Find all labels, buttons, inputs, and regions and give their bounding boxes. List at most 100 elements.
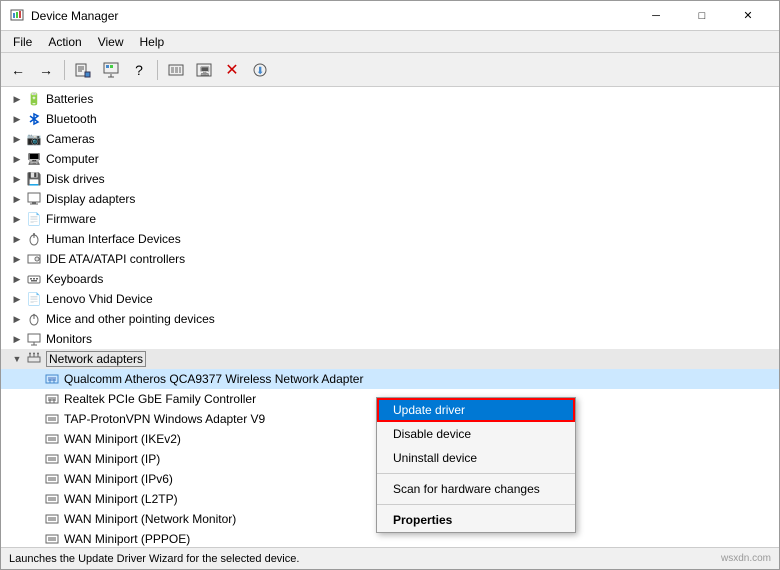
icon-bluetooth xyxy=(25,110,43,128)
expand-wan-netmon xyxy=(27,511,43,527)
tree-item-networkadapters[interactable]: ▼ Network adapters xyxy=(1,349,779,369)
toolbar-forward[interactable]: → xyxy=(33,57,59,83)
window-icon xyxy=(9,8,25,24)
expand-computer[interactable]: ▶ xyxy=(9,151,25,167)
ctx-update-driver[interactable]: Update driver xyxy=(377,398,575,422)
tree-item-diskdrives[interactable]: ▶ 💾 Disk drives xyxy=(1,169,779,189)
expand-wan-l2tp xyxy=(27,491,43,507)
label-firmware: Firmware xyxy=(46,212,96,226)
label-cameras: Cameras xyxy=(46,132,95,146)
context-menu: Update driver Disable device Uninstall d… xyxy=(376,397,576,533)
toolbar-help[interactable]: ? xyxy=(126,57,152,83)
expand-wan-ip xyxy=(27,451,43,467)
toolbar-disable[interactable]: ✕ xyxy=(219,57,245,83)
label-mice: Mice and other pointing devices xyxy=(46,312,215,326)
label-hid: Human Interface Devices xyxy=(46,232,181,246)
menu-action[interactable]: Action xyxy=(40,33,89,51)
label-monitors: Monitors xyxy=(46,332,92,346)
expand-batteries[interactable]: ▶ xyxy=(9,91,25,107)
tree-item-qualcomm[interactable]: Qualcomm Atheros QCA9377 Wireless Networ… xyxy=(1,369,779,389)
label-tap: TAP-ProtonVPN Windows Adapter V9 xyxy=(64,412,265,426)
content-area: ▶ 🔋 Batteries ▶ Bluetooth ▶ 📷 Cameras xyxy=(1,87,779,547)
tree-item-computer[interactable]: ▶ 🖥 Computer xyxy=(1,149,779,169)
label-keyboards: Keyboards xyxy=(46,272,103,286)
ctx-scan-changes[interactable]: Scan for hardware changes xyxy=(377,477,575,501)
icon-monitors xyxy=(25,330,43,348)
close-button[interactable]: ✕ xyxy=(725,1,771,31)
icon-mice xyxy=(25,310,43,328)
toolbar-scan-changes[interactable]: 🖥 xyxy=(191,57,217,83)
tree-item-mice[interactable]: ▶ Mice and other pointing devices xyxy=(1,309,779,329)
expand-wan-ipv6 xyxy=(27,471,43,487)
tree-item-bluetooth[interactable]: ▶ Bluetooth xyxy=(1,109,779,129)
tree-item-lenovo[interactable]: ▶ 📄 Lenovo Vhid Device xyxy=(1,289,779,309)
tree-item-displayadapters[interactable]: ▶ Display adapters xyxy=(1,189,779,209)
status-bar: Launches the Update Driver Wizard for th… xyxy=(1,547,779,569)
tree-item-cameras[interactable]: ▶ 📷 Cameras xyxy=(1,129,779,149)
toolbar-uninstall[interactable]: ⬇ xyxy=(247,57,273,83)
icon-realtek xyxy=(43,390,61,408)
expand-lenovo[interactable]: ▶ xyxy=(9,291,25,307)
expand-diskdrives[interactable]: ▶ xyxy=(9,171,25,187)
menu-bar: File Action View Help xyxy=(1,31,779,53)
tree-item-hid[interactable]: ▶ Human Interface Devices xyxy=(1,229,779,249)
toolbar-show-hidden[interactable] xyxy=(163,57,189,83)
icon-diskdrives: 💾 xyxy=(25,170,43,188)
expand-networkadapters[interactable]: ▼ xyxy=(9,351,25,367)
label-wan-netmon: WAN Miniport (Network Monitor) xyxy=(64,512,236,526)
label-computer: Computer xyxy=(46,152,99,166)
icon-lenovo: 📄 xyxy=(25,290,43,308)
toolbar-back[interactable]: ← xyxy=(5,57,31,83)
icon-hid xyxy=(25,230,43,248)
expand-mice[interactable]: ▶ xyxy=(9,311,25,327)
toolbar-update-driver[interactable] xyxy=(98,57,124,83)
window-controls: ─ □ ✕ xyxy=(633,1,771,31)
ctx-separator2 xyxy=(377,504,575,505)
icon-qualcomm xyxy=(43,370,61,388)
maximize-button[interactable]: □ xyxy=(679,1,725,31)
ctx-properties[interactable]: Properties xyxy=(377,508,575,532)
ctx-uninstall-device[interactable]: Uninstall device xyxy=(377,446,575,470)
expand-displayadapters[interactable]: ▶ xyxy=(9,191,25,207)
icon-wan-l2tp xyxy=(43,490,61,508)
expand-bluetooth[interactable]: ▶ xyxy=(9,111,25,127)
expand-qualcomm xyxy=(27,371,43,387)
device-manager-window: Device Manager ─ □ ✕ File Action View He… xyxy=(0,0,780,570)
toolbar-sep2 xyxy=(157,60,158,80)
tree-item-firmware[interactable]: ▶ 📄 Firmware xyxy=(1,209,779,229)
label-ide: IDE ATA/ATAPI controllers xyxy=(46,252,185,266)
label-wan-pppoe: WAN Miniport (PPPOE) xyxy=(64,532,190,546)
tree-item-ide[interactable]: ▶ IDE ATA/ATAPI controllers xyxy=(1,249,779,269)
expand-cameras[interactable]: ▶ xyxy=(9,131,25,147)
icon-wan-netmon xyxy=(43,510,61,528)
expand-monitors[interactable]: ▶ xyxy=(9,331,25,347)
status-text: Launches the Update Driver Wizard for th… xyxy=(9,553,299,565)
icon-firmware: 📄 xyxy=(25,210,43,228)
svg-text:🖥: 🖥 xyxy=(199,66,210,76)
label-wan-ip: WAN Miniport (IP) xyxy=(64,452,160,466)
expand-realtek xyxy=(27,391,43,407)
label-wan-ipv6: WAN Miniport (IPv6) xyxy=(64,472,173,486)
expand-keyboards[interactable]: ▶ xyxy=(9,271,25,287)
toolbar-properties[interactable] xyxy=(70,57,96,83)
menu-help[interactable]: Help xyxy=(132,33,173,51)
tree-item-keyboards[interactable]: ▶ Keyboards xyxy=(1,269,779,289)
menu-view[interactable]: View xyxy=(90,33,132,51)
ctx-disable-device[interactable]: Disable device xyxy=(377,422,575,446)
label-displayadapters: Display adapters xyxy=(46,192,135,206)
expand-ide[interactable]: ▶ xyxy=(9,251,25,267)
tree-item-batteries[interactable]: ▶ 🔋 Batteries xyxy=(1,89,779,109)
menu-file[interactable]: File xyxy=(5,33,40,51)
window-title: Device Manager xyxy=(31,9,633,23)
icon-ide xyxy=(25,250,43,268)
icon-networkadapters xyxy=(25,350,43,368)
expand-firmware[interactable]: ▶ xyxy=(9,211,25,227)
icon-cameras: 📷 xyxy=(25,130,43,148)
expand-wan-ikev2 xyxy=(27,431,43,447)
icon-wan-pppoe xyxy=(43,530,61,547)
icon-computer: 🖥 xyxy=(25,150,43,168)
tree-item-monitors[interactable]: ▶ Monitors xyxy=(1,329,779,349)
expand-hid[interactable]: ▶ xyxy=(9,231,25,247)
minimize-button[interactable]: ─ xyxy=(633,1,679,31)
label-bluetooth: Bluetooth xyxy=(46,112,97,126)
